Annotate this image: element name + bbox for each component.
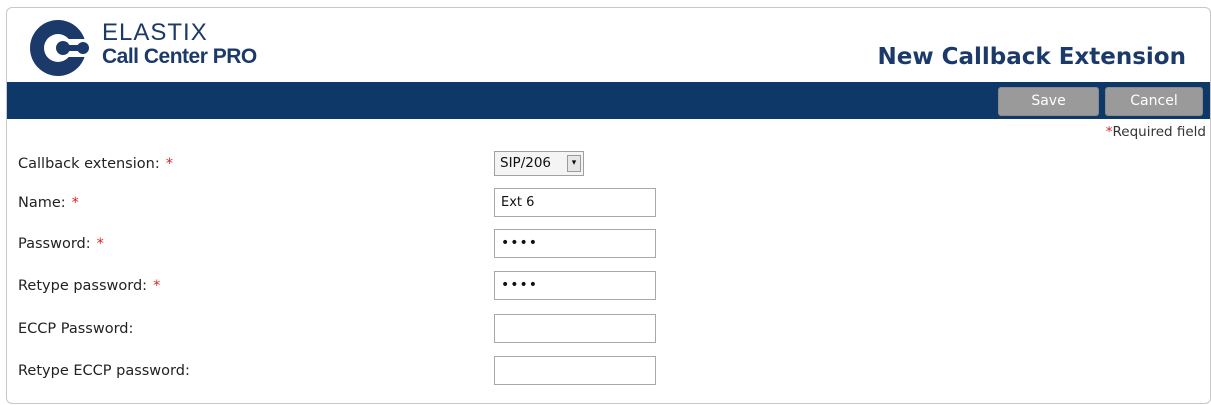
required-field-text: Required field xyxy=(1112,124,1206,140)
retype-password-input[interactable]: •••• xyxy=(494,271,656,300)
callback-extension-value: SIP/206 xyxy=(500,155,552,171)
name-label-text: Name: xyxy=(18,195,66,211)
callback-extension-select[interactable]: SIP/206 ▾ xyxy=(494,151,584,176)
required-asterisk: * xyxy=(71,195,79,211)
retype-password-label-text: Retype password: xyxy=(18,278,148,294)
cancel-button[interactable]: Cancel xyxy=(1105,87,1203,116)
callback-extension-label-text: Callback extension: xyxy=(18,156,160,172)
password-label-text: Password: xyxy=(18,236,91,252)
save-button[interactable]: Save xyxy=(998,87,1099,116)
password-input[interactable]: •••• xyxy=(494,229,656,258)
logo-text-call-center-pro: Call Center PRO xyxy=(102,45,257,68)
elastix-logo: ELASTIX Call Center PRO xyxy=(27,17,297,79)
page-frame: ELASTIX Call Center PRO New Callback Ext… xyxy=(6,7,1211,404)
toolbar: Save Cancel xyxy=(7,82,1210,119)
elastix-logo-icon xyxy=(30,20,89,76)
form-row-callback-extension: Callback extension: * SIP/206 ▾ xyxy=(7,149,1210,181)
password-label: Password: * xyxy=(18,236,104,252)
form-row-password: Password: * •••• xyxy=(7,229,1210,261)
form-row-retype-password: Retype password: * •••• xyxy=(7,271,1210,303)
retype-eccp-password-input[interactable] xyxy=(494,356,656,385)
name-input[interactable]: Ext 6 xyxy=(494,188,656,217)
name-label: Name: * xyxy=(18,195,79,211)
required-field-note: *Required field xyxy=(1106,124,1206,140)
page-title: New Callback Extension xyxy=(877,44,1186,70)
form-row-eccp-password: ECCP Password: xyxy=(7,314,1210,346)
eccp-password-input[interactable] xyxy=(494,314,656,343)
form-row-name: Name: * Ext 6 xyxy=(7,188,1210,220)
required-asterisk: * xyxy=(96,236,104,252)
eccp-password-label: ECCP Password: xyxy=(18,321,134,337)
retype-password-label: Retype password: * xyxy=(18,278,160,294)
required-asterisk: * xyxy=(165,156,173,172)
required-asterisk: * xyxy=(153,278,161,294)
callback-extension-label: Callback extension: * xyxy=(18,156,173,172)
dropdown-arrow-icon[interactable]: ▾ xyxy=(567,155,581,172)
form-row-retype-eccp-password: Retype ECCP password: xyxy=(7,356,1210,388)
retype-eccp-password-label: Retype ECCP password: xyxy=(18,363,190,379)
logo-text-elastix: ELASTIX xyxy=(102,19,208,46)
